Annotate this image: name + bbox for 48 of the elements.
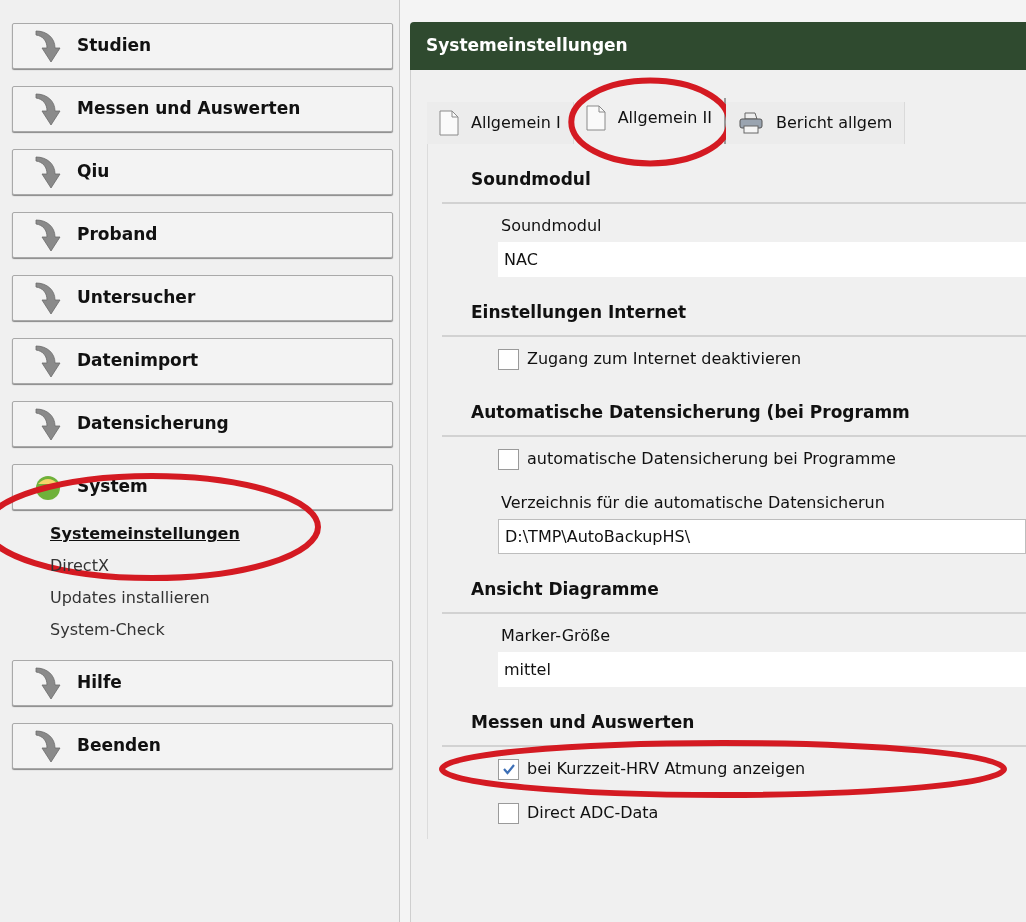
checkbox-label: bei Kurzzeit-HRV Atmung anzeigen	[527, 758, 806, 780]
section-heading: Ansicht Diagramme	[442, 562, 1026, 614]
checkbox[interactable]	[498, 758, 519, 780]
curved-arrow-icon	[33, 728, 63, 764]
curved-arrow-icon	[33, 91, 63, 127]
tab[interactable]: Bericht allgem	[726, 102, 906, 144]
checkmark-icon	[501, 763, 516, 775]
section-heading: Einstellungen Internet	[442, 285, 1026, 337]
select-field[interactable]: mittel	[498, 652, 1026, 687]
curved-arrow-icon	[33, 154, 63, 190]
menu-button[interactable]: Studien	[12, 23, 393, 69]
menu-button[interactable]: Datenimport	[12, 338, 393, 384]
menu-button[interactable]: Beenden	[12, 723, 393, 769]
field-label: Marker-Größe	[500, 625, 611, 647]
submenu-link[interactable]: DirectX	[50, 552, 109, 579]
menu-button[interactable]: Qiu	[12, 149, 393, 195]
input-field[interactable]: D:\TMP\AutoBackupHS\	[498, 519, 1026, 554]
section-heading: Messen und Auswerten	[442, 695, 1026, 747]
curved-arrow-icon	[33, 406, 63, 442]
menu-button[interactable]: Untersucher	[12, 275, 393, 321]
field-label: Verzeichnis für die automatische Datensicherun	[500, 492, 886, 514]
panel-title: Systemeinstellungen	[426, 34, 628, 58]
menu-button[interactable]: Messen und Auswerten	[12, 86, 393, 132]
menu-button[interactable]: Datensicherung	[12, 401, 393, 447]
curved-arrow-icon	[33, 28, 63, 64]
checkbox[interactable]	[498, 348, 519, 370]
curved-arrow-icon	[33, 343, 63, 379]
printer-icon	[738, 111, 765, 135]
field-label: Soundmodul	[500, 215, 603, 237]
curved-arrow-icon	[33, 665, 63, 701]
checkbox-label: Direct ADC-Data	[527, 802, 659, 824]
document-icon	[585, 105, 606, 131]
submenu-link[interactable]: Systemeinstellungen	[50, 520, 240, 547]
curved-arrow-icon	[33, 280, 63, 316]
submenu-link[interactable]: Updates installieren	[50, 584, 210, 611]
menu-button[interactable]: Hilfe	[12, 660, 393, 706]
submenu-link[interactable]: System-Check	[50, 616, 165, 643]
tab[interactable]: Allgemein I	[427, 102, 574, 144]
curved-arrow-icon	[33, 217, 63, 253]
select-field[interactable]: NAC	[498, 242, 1026, 277]
document-icon	[439, 110, 459, 136]
section-heading: Soundmodul	[442, 152, 1026, 204]
section-heading: Automatische Datensicherung (bei Programm	[442, 385, 1026, 437]
checkbox[interactable]	[498, 802, 519, 824]
checkbox-label: automatische Datensicherung bei Programme	[527, 448, 896, 470]
checkbox-label: Zugang zum Internet deaktivieren	[527, 348, 802, 370]
checkbox[interactable]	[498, 448, 519, 470]
menu-button[interactable]: Proband	[12, 212, 393, 258]
